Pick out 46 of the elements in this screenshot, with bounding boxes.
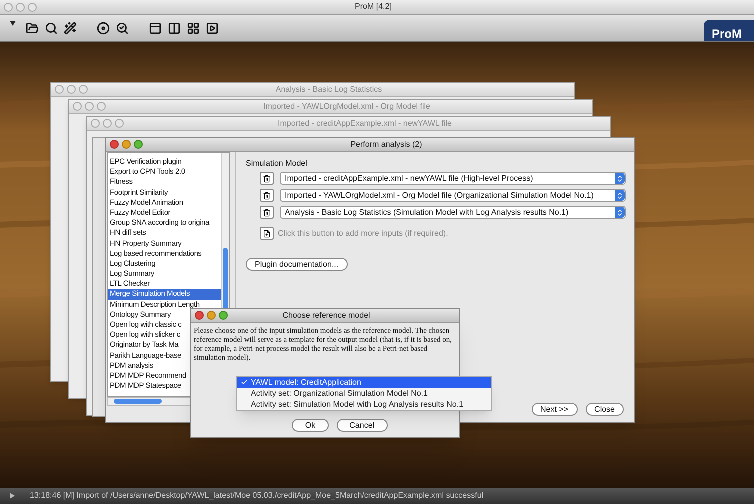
- ok-button[interactable]: Ok: [292, 419, 329, 432]
- grid-icon[interactable]: [187, 22, 200, 34]
- remove-button[interactable]: [260, 206, 274, 219]
- next-button[interactable]: Next >>: [532, 403, 578, 416]
- trash-icon: [263, 192, 271, 200]
- status-message: 13:18:46 [M] Import of /Users/anne/Desktop/YAWL_latest/Moe 05.03./creditApp_Moe_5March/creditAppExample.xml successful: [30, 490, 484, 502]
- menu-triangle-icon[interactable]: [10, 21, 16, 26]
- dialog-title: Choose reference model: [282, 310, 370, 322]
- model-dropdown[interactable]: Imported - YAWLOrgModel.xml - Org Model file (Organizational Simulation Model No.1): [280, 189, 626, 202]
- trash-icon: [263, 174, 271, 182]
- window-title: Imported - creditAppExample.xml - newYAWL file: [278, 118, 452, 130]
- plugin-documentation-button[interactable]: Plugin documentation...: [246, 258, 348, 271]
- columns-icon[interactable]: [168, 22, 181, 34]
- remove-button[interactable]: [260, 189, 274, 202]
- play-icon[interactable]: [206, 22, 219, 34]
- menu-option[interactable]: Activity set: Simulation Model with Log Analysis results No.1: [237, 399, 491, 410]
- add-file-icon: [263, 230, 271, 238]
- expand-icon[interactable]: [10, 493, 15, 499]
- menu-option[interactable]: Activity set: Organizational Simulation Model No.1: [237, 388, 491, 399]
- menu-option[interactable]: YAWL model: CreditApplication: [237, 377, 491, 388]
- window-title: Imported - YAWLOrgModel.xml - Org Model file: [263, 100, 430, 112]
- hint-text: Click this button to add more inputs (if required).: [278, 228, 448, 240]
- model-dropdown[interactable]: Analysis - Basic Log Statistics (Simulation Model with Log Analysis results No.1): [280, 206, 626, 219]
- search-icon[interactable]: [45, 22, 58, 34]
- window-controls-icon[interactable]: [110, 140, 143, 149]
- panel-icon[interactable]: [149, 22, 162, 34]
- remove-button[interactable]: [260, 172, 274, 185]
- app-title: ProM [4.2]: [355, 1, 392, 13]
- folder-icon[interactable]: [26, 22, 39, 34]
- updown-arrows-icon: [616, 208, 624, 216]
- disc-icon[interactable]: [97, 22, 110, 34]
- close-button[interactable]: Close: [586, 403, 624, 416]
- model-dropdown[interactable]: Imported - creditAppExample.xml - newYAWL file (High-level Process): [280, 172, 626, 185]
- updown-arrows-icon: [616, 192, 624, 200]
- add-input-button[interactable]: [260, 227, 274, 240]
- window-controls-icon[interactable]: [195, 311, 228, 320]
- updown-arrows-icon: [616, 174, 624, 182]
- window-title: Perform analysis (2): [350, 138, 422, 150]
- wand-icon[interactable]: [64, 22, 77, 34]
- zoom-check-icon[interactable]: [116, 22, 129, 34]
- check-icon: [240, 379, 248, 386]
- window-title: Analysis - Basic Log Statistics: [276, 84, 382, 96]
- section-label: Simulation Model: [246, 158, 308, 170]
- trash-icon: [263, 208, 271, 216]
- logo-text: ProM: [712, 28, 742, 41]
- cancel-button[interactable]: Cancel: [336, 419, 388, 432]
